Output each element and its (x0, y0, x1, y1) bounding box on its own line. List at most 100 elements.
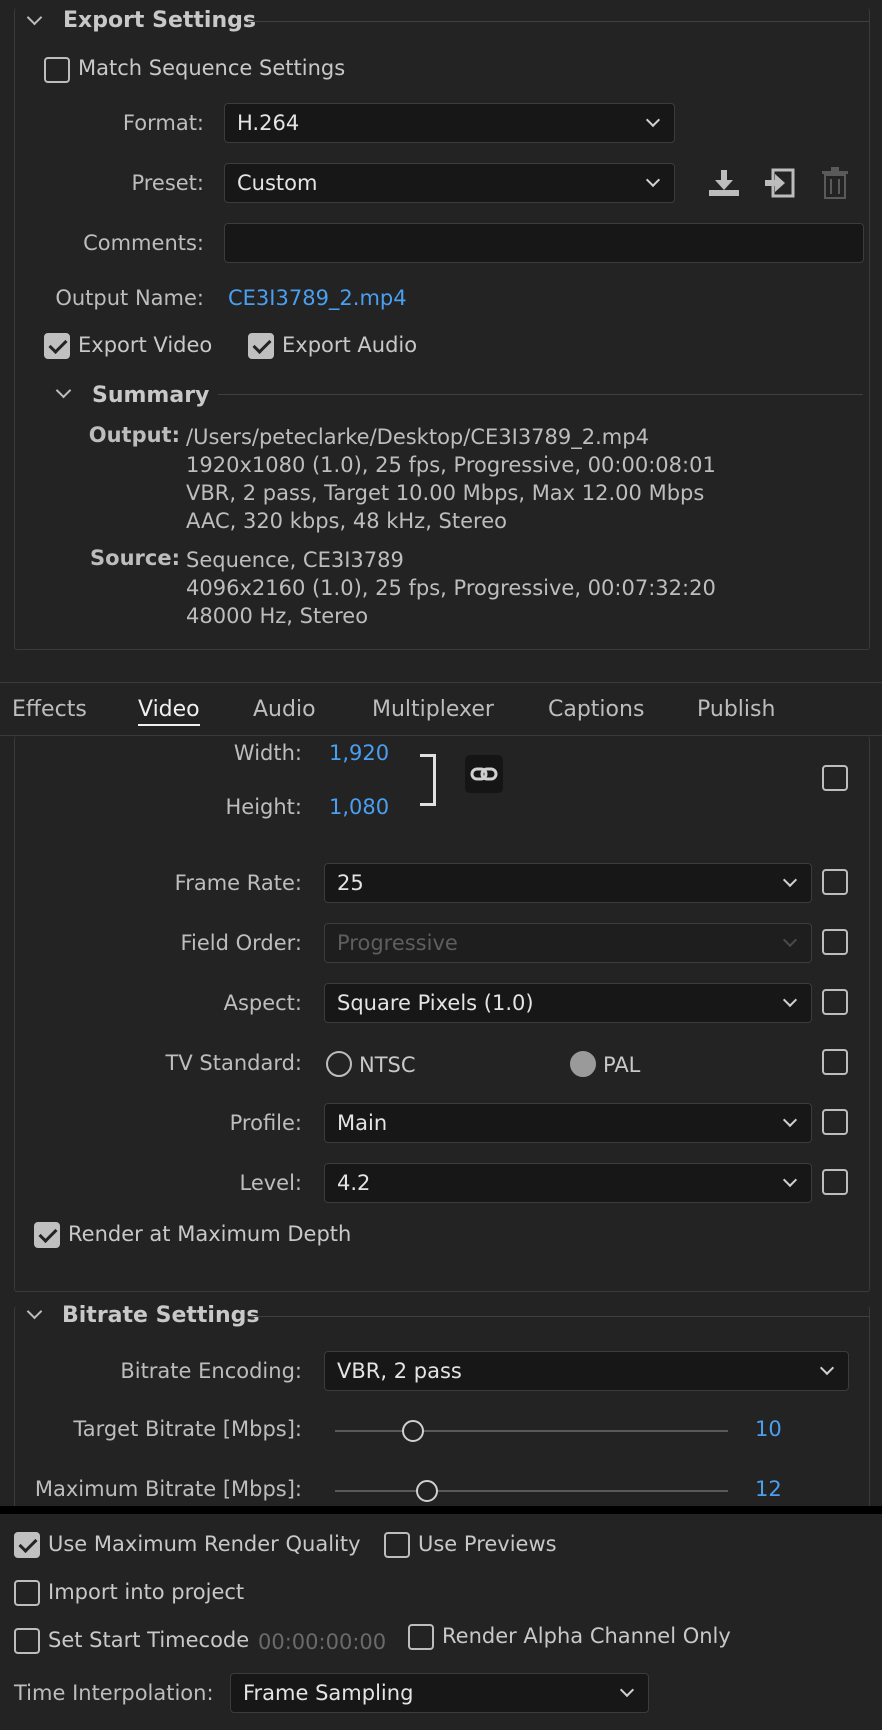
import-preset-icon[interactable] (763, 168, 797, 198)
max-bitrate-slider-thumb[interactable] (416, 1480, 438, 1502)
bitrate-encoding-dropdown[interactable]: VBR, 2 pass (324, 1351, 849, 1391)
width-height-override-checkbox[interactable] (822, 765, 848, 791)
output-name-link[interactable]: CE3I3789_2.mp4 (228, 286, 407, 310)
tv-standard-label: TV Standard: (165, 1051, 302, 1075)
dimension-link-bracket (420, 754, 436, 806)
frame-rate-label: Frame Rate: (174, 871, 302, 895)
import-into-project-checkbox[interactable] (14, 1580, 40, 1606)
ntsc-radio[interactable] (326, 1051, 352, 1077)
max-bitrate-label: Maximum Bitrate [Mbps]: (34, 1477, 302, 1501)
set-start-timecode-label: Set Start Timecode (48, 1628, 250, 1652)
time-interpolation-dropdown[interactable]: Frame Sampling (230, 1673, 649, 1713)
chevron-down-icon (782, 992, 798, 1008)
level-override-checkbox[interactable] (822, 1169, 848, 1195)
max-bitrate-slider-track[interactable] (335, 1490, 728, 1492)
time-interpolation-label: Time Interpolation: (14, 1681, 214, 1705)
summary-source-audio: 48000 Hz, Stereo (186, 604, 369, 628)
frame-rate-override-checkbox[interactable] (822, 869, 848, 895)
export-audio-checkbox[interactable] (248, 333, 274, 359)
summary-output-audio: AAC, 320 kbps, 48 kHz, Stereo (186, 509, 507, 533)
summary-title: Summary (92, 383, 210, 408)
import-into-project-label: Import into project (48, 1580, 245, 1604)
bitrate-encoding-value: VBR, 2 pass (337, 1359, 462, 1383)
field-order-dropdown: Progressive (324, 923, 812, 963)
save-preset-icon[interactable] (707, 168, 741, 198)
render-alpha-only-checkbox[interactable] (408, 1624, 434, 1650)
height-value[interactable]: 1,080 (329, 795, 389, 819)
comments-input[interactable] (224, 223, 864, 263)
summary-source-video: 4096x2160 (1.0), 25 fps, Progressive, 00… (186, 576, 716, 600)
width-label: Width: (233, 741, 302, 765)
target-bitrate-slider-track[interactable] (335, 1430, 728, 1432)
bitrate-encoding-label: Bitrate Encoding: (120, 1359, 302, 1383)
target-bitrate-slider-thumb[interactable] (402, 1420, 424, 1442)
aspect-override-checkbox[interactable] (822, 989, 848, 1015)
target-bitrate-value[interactable]: 10 (755, 1417, 782, 1441)
tab-video[interactable]: Video (138, 697, 200, 726)
tab-audio[interactable]: Audio (253, 697, 316, 722)
format-label: Format: (122, 111, 204, 135)
export-video-label: Export Video (78, 333, 213, 357)
preset-label: Preset: (131, 171, 204, 195)
delete-preset-icon[interactable] (820, 166, 850, 200)
preset-dropdown[interactable]: Custom (224, 163, 675, 203)
summary-source-lines: Sequence, CE3I3789 4096x2160 (1.0), 25 f… (186, 546, 716, 630)
use-max-render-label: Use Maximum Render Quality (48, 1532, 361, 1556)
tab-multiplexer[interactable]: Multiplexer (372, 697, 494, 722)
target-bitrate-label: Target Bitrate [Mbps]: (73, 1417, 302, 1441)
start-timecode-value: 00:00:00:00 (258, 1630, 387, 1654)
aspect-label: Aspect: (223, 991, 302, 1015)
render-alpha-only-label: Render Alpha Channel Only (442, 1624, 731, 1648)
format-value: H.264 (237, 111, 300, 135)
field-order-value: Progressive (337, 931, 458, 955)
level-label: Level: (239, 1171, 302, 1195)
profile-label: Profile: (229, 1111, 302, 1135)
use-previews-checkbox[interactable] (384, 1532, 410, 1558)
bitrate-settings-title: Bitrate Settings (62, 1303, 260, 1328)
render-max-depth-checkbox[interactable] (34, 1222, 60, 1248)
export-video-checkbox[interactable] (44, 333, 70, 359)
aspect-value: Square Pixels (1.0) (337, 991, 534, 1015)
profile-dropdown[interactable]: Main (324, 1103, 812, 1143)
summary-output-video: 1920x1080 (1.0), 25 fps, Progressive, 00… (186, 453, 716, 477)
chevron-down-icon (619, 1682, 635, 1698)
width-value[interactable]: 1,920 (329, 741, 389, 765)
chevron-down-icon (782, 872, 798, 888)
profile-override-checkbox[interactable] (822, 1109, 848, 1135)
level-dropdown[interactable]: 4.2 (324, 1163, 812, 1203)
section-divider (218, 394, 863, 395)
field-order-override-checkbox[interactable] (822, 929, 848, 955)
match-sequence-checkbox[interactable] (44, 57, 70, 83)
aspect-dropdown[interactable]: Square Pixels (1.0) (324, 983, 812, 1023)
section-divider (248, 1316, 870, 1317)
frame-rate-dropdown[interactable]: 25 (324, 863, 812, 903)
chevron-down-icon (782, 1112, 798, 1128)
chevron-down-icon (645, 172, 661, 188)
use-previews-label: Use Previews (418, 1532, 557, 1556)
pal-label: PAL (603, 1053, 641, 1077)
tab-effects[interactable]: Effects (12, 697, 87, 722)
ntsc-label: NTSC (359, 1053, 416, 1077)
set-start-timecode-checkbox[interactable] (14, 1628, 40, 1654)
tab-captions[interactable]: Captions (548, 697, 644, 722)
output-name-label: Output Name: (55, 286, 204, 310)
constrain-proportions-button[interactable] (465, 755, 503, 793)
max-bitrate-value[interactable]: 12 (755, 1477, 782, 1501)
tab-publish[interactable]: Publish (697, 697, 775, 722)
time-interpolation-value: Frame Sampling (243, 1681, 414, 1705)
chain-link-icon (470, 767, 498, 781)
format-dropdown[interactable]: H.264 (224, 103, 675, 143)
use-max-render-checkbox[interactable] (14, 1532, 40, 1558)
field-order-label: Field Order: (180, 931, 302, 955)
pal-radio[interactable] (570, 1051, 596, 1077)
profile-value: Main (337, 1111, 388, 1135)
summary-output-path: /Users/peteclarke/Desktop/CE3I3789_2.mp4 (186, 425, 649, 449)
frame-rate-value: 25 (337, 871, 364, 895)
chevron-down-icon (782, 932, 798, 948)
render-max-depth-label: Render at Maximum Depth (68, 1222, 352, 1246)
settings-tabs: Effects Video Audio Multiplexer Captions… (0, 682, 882, 736)
export-audio-label: Export Audio (282, 333, 418, 357)
tv-standard-override-checkbox[interactable] (822, 1049, 848, 1075)
summary-output-lines: /Users/peteclarke/Desktop/CE3I3789_2.mp4… (186, 423, 716, 535)
height-label: Height: (225, 795, 303, 819)
